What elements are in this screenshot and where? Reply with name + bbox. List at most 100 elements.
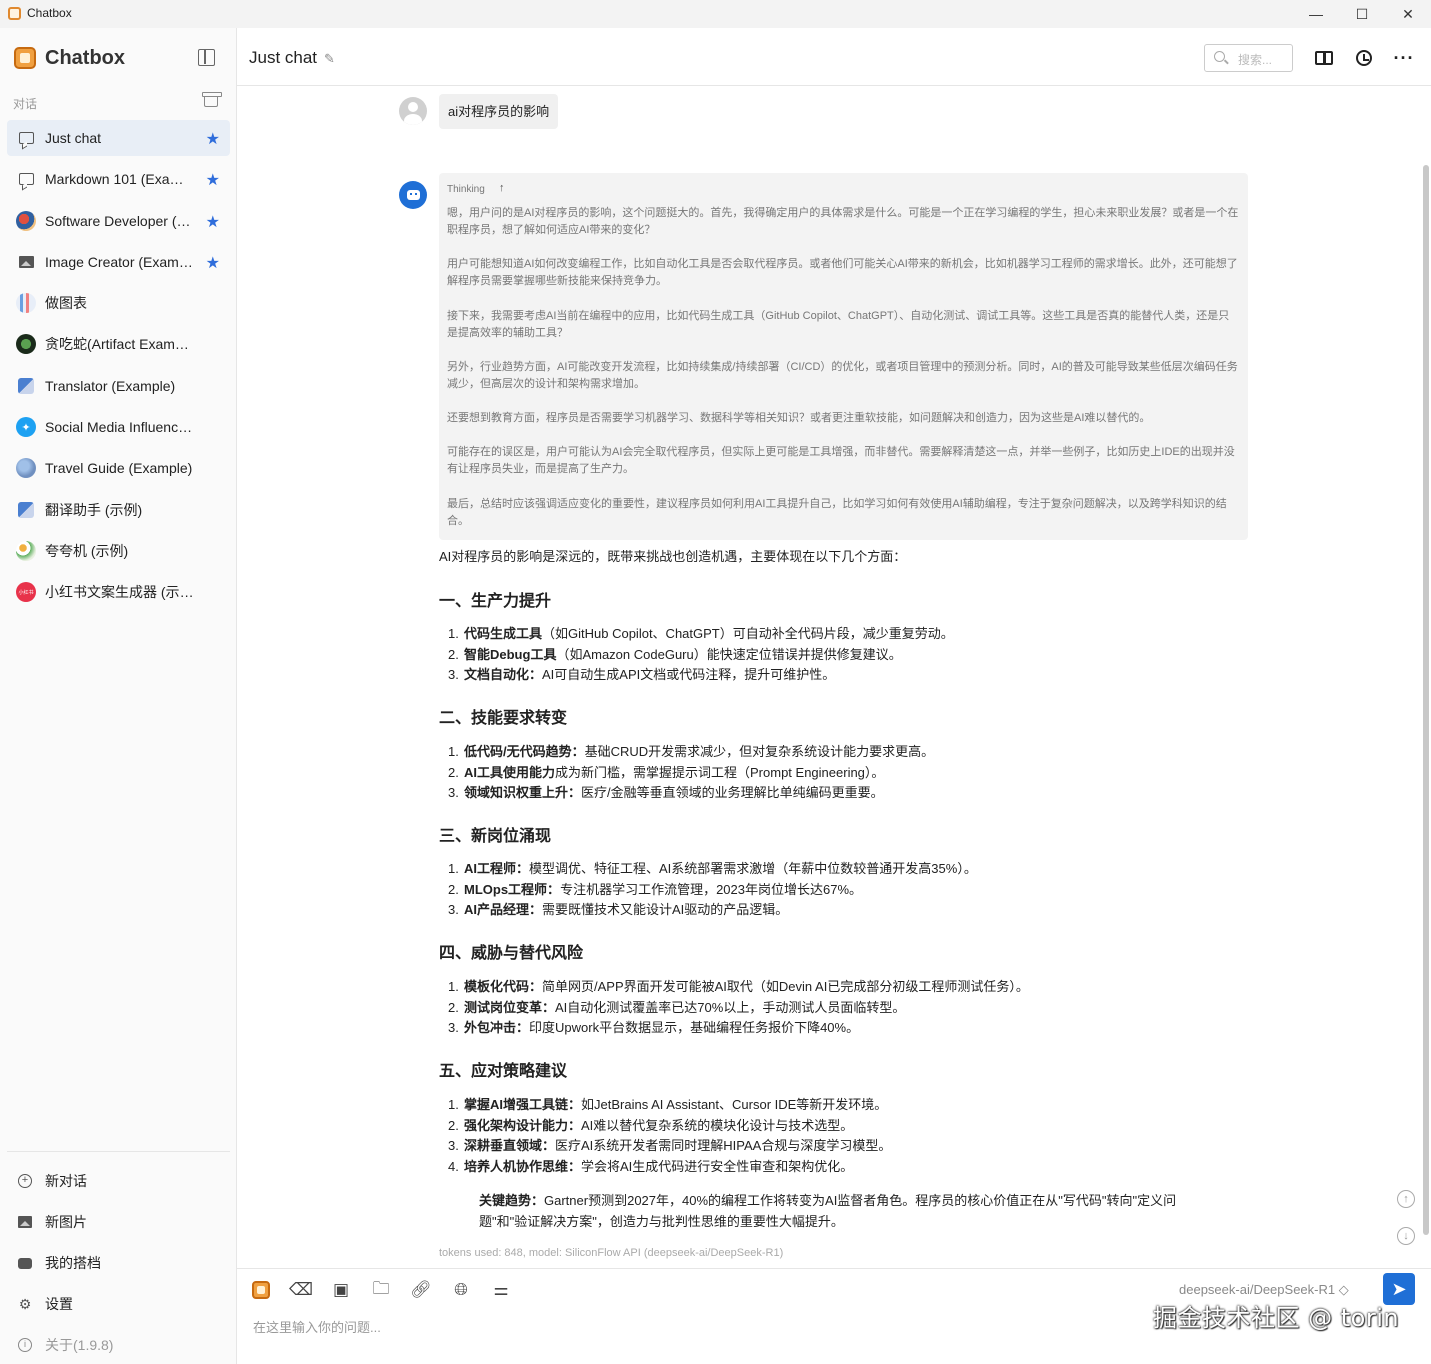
list-item: 3. 深耕垂直领域：医疗AI系统开发者需同时理解HIPAA合规与深度学习模型。 bbox=[448, 1138, 892, 1153]
robot-icon bbox=[17, 1255, 33, 1271]
conversation-label: 小红书文案生成器 (示例) bbox=[45, 584, 195, 601]
about-button[interactable]: i 关于(1.9.8) bbox=[7, 1327, 230, 1363]
my-copilots-button[interactable]: 我的搭档 bbox=[7, 1245, 230, 1281]
new-chat-button[interactable]: + 新对话 bbox=[7, 1163, 230, 1199]
conversation-item[interactable]: 翻译助手 (示例) bbox=[7, 492, 230, 528]
close-button[interactable]: ✕ bbox=[1385, 0, 1431, 28]
conversation-item[interactable]: Translator (Example) bbox=[7, 368, 230, 404]
star-icon[interactable]: ★ bbox=[206, 129, 220, 149]
section-list: 1. 代码生成工具（如GitHub Copilot、ChatGPT）可自动补全代码… bbox=[448, 624, 954, 686]
conversation-label: Travel Guide (Example) bbox=[45, 460, 193, 477]
user-avatar bbox=[399, 97, 427, 125]
star-icon[interactable]: ★ bbox=[206, 212, 220, 232]
list-item: 1. AI工程师：模型调优、特征工程、AI系统部署需求激增（年薪中位数较普通开发高… bbox=[448, 861, 977, 876]
new-chat-label: 新对话 bbox=[45, 1173, 87, 1189]
chatbox-logo-icon bbox=[252, 1281, 270, 1299]
link-icon[interactable]: 🔗︎ bbox=[410, 1279, 432, 1301]
developer-avatar bbox=[16, 210, 36, 231]
assistant-avatar bbox=[399, 181, 427, 209]
archive-icon[interactable] bbox=[202, 92, 222, 107]
conversation-item[interactable]: Image Creator (Example) ★ bbox=[7, 244, 230, 280]
star-icon[interactable]: ★ bbox=[206, 170, 220, 190]
conversation-item[interactable]: 小红书 小红书文案生成器 (示例) bbox=[7, 574, 230, 610]
conversation-item[interactable]: ✦ Social Media Influencer (Example) bbox=[7, 409, 230, 445]
thinking-block: Thinking ↑ 嗯，用户问的是AI对程序员的影响，这个问题挺大的。首先，我… bbox=[439, 173, 1248, 540]
xiaohongshu-badge: 小红书 bbox=[16, 582, 36, 603]
app-icon bbox=[8, 7, 21, 20]
section-label: 对话 bbox=[13, 97, 38, 111]
thinking-label: Thinking bbox=[447, 184, 485, 195]
conversation-label: Translator (Example) bbox=[45, 377, 176, 394]
token-usage: tokens used: 848, model: SiliconFlow API… bbox=[439, 1247, 784, 1259]
settings-label: 设置 bbox=[45, 1296, 73, 1312]
brand: Chatbox bbox=[14, 46, 125, 70]
model-select[interactable]: deepseek-ai/DeepSeek-R1 ◇ bbox=[1179, 1282, 1349, 1298]
conversation-label: Image Creator (Example) bbox=[45, 253, 195, 270]
xiaohongshu-avatar: 小红书 bbox=[16, 582, 36, 603]
conversation-item[interactable]: 做图表 bbox=[7, 285, 230, 321]
twitter-avatar: ✦ bbox=[16, 417, 36, 438]
settings-sliders-icon[interactable]: ⚌ bbox=[490, 1279, 512, 1301]
image-upload-icon[interactable]: ▣ bbox=[330, 1279, 352, 1301]
chart-avatar bbox=[16, 293, 36, 314]
section-list: 1. 模板化代码：简单网页/APP界面开发可能被AI取代（如Devin AI已完成… bbox=[448, 977, 1029, 1039]
conversation-item[interactable]: Software Developer (Example) ★ bbox=[7, 203, 230, 239]
new-image-button[interactable]: 新图片 bbox=[7, 1204, 230, 1240]
chat-icon bbox=[16, 169, 36, 189]
chat-icon bbox=[16, 128, 36, 148]
conversation-item[interactable]: Just chat ★ bbox=[7, 120, 230, 156]
thinking-paragraph: 接下来，我需要考虑AI当前在编程中的应用，比如代码生成工具（GitHub Cop… bbox=[447, 310, 1230, 339]
star-icon[interactable]: ★ bbox=[206, 253, 220, 273]
info-icon: i bbox=[17, 1337, 33, 1353]
conversation-label: Just chat bbox=[45, 130, 102, 146]
settings-button[interactable]: ⚙ 设置 bbox=[7, 1286, 230, 1322]
conversation-label: 贪吃蛇(Artifact Example) bbox=[45, 336, 195, 353]
new-image-label: 新图片 bbox=[45, 1214, 87, 1230]
send-icon: ➤ bbox=[1391, 1278, 1407, 1299]
more-icon: ··· bbox=[1393, 48, 1415, 68]
list-item: 2. 测试岗位变革：AI自动化测试覆盖率已达70%以上，手动测试人员面临转型。 bbox=[448, 999, 906, 1015]
maximize-button[interactable]: ☐ bbox=[1339, 0, 1385, 28]
scroll-up-icon[interactable]: ↑ bbox=[1397, 1190, 1415, 1208]
conversation-item[interactable]: Markdown 101 (Example) ★ bbox=[7, 161, 230, 197]
thinking-paragraph: 嗯，用户问的是AI对程序员的影响，这个问题挺大的。首先，我得确定用户的具体需求是… bbox=[447, 207, 1239, 236]
list-item: 2. AI工具使用能力成为新门槛，需掌握提示词工程（Prompt Engineer… bbox=[448, 764, 885, 780]
history-icon bbox=[1356, 50, 1372, 66]
key-trend-quote: 关键趋势：Gartner预测到2027年，40%的编程工作将转变为AI监督者角色… bbox=[479, 1193, 1177, 1229]
more-button[interactable]: ··· bbox=[1394, 48, 1414, 68]
pencil-icon[interactable]: ✎ bbox=[324, 51, 336, 66]
search-icon bbox=[1214, 51, 1225, 62]
eraser-icon[interactable]: ⌫ bbox=[289, 1279, 313, 1301]
globe-icon[interactable]: 🌐︎ bbox=[450, 1279, 472, 1301]
chat-title: Just chat bbox=[249, 48, 318, 67]
collapse-arrow-icon[interactable]: ↑ bbox=[499, 182, 505, 194]
folder-icon[interactable]: 🗀 bbox=[370, 1279, 392, 1301]
assistant-answer: AI对程序员的影响是深远的，既带来挑战也创造机遇，主要体现在以下几个方面： 一、… bbox=[439, 547, 1239, 1229]
scroll-down-icon[interactable]: ↓ bbox=[1397, 1227, 1415, 1245]
list-item: 4. 培养人机协作思维：学会将AI生成代码进行安全性审查和架构优化。 bbox=[448, 1158, 854, 1174]
conversation-item[interactable]: Travel Guide (Example) bbox=[7, 450, 230, 486]
image-add-icon bbox=[17, 1214, 33, 1230]
collapse-sidebar-icon[interactable] bbox=[198, 49, 215, 66]
section-heading: 四、威胁与替代风险 bbox=[439, 943, 584, 962]
scrollbar[interactable] bbox=[1423, 165, 1429, 1235]
layout-icon bbox=[1315, 51, 1333, 65]
layout-toggle-button[interactable] bbox=[1314, 48, 1334, 68]
list-item: 1. 代码生成工具（如GitHub Copilot、ChatGPT）可自动补全代码… bbox=[448, 626, 954, 641]
conversation-item[interactable]: 夸夸机 (示例) bbox=[7, 533, 230, 569]
thinking-paragraph: 另外，行业趋势方面，AI可能改变开发流程，比如持续集成/持续部署（CI/CD）的… bbox=[447, 361, 1238, 390]
translator-avatar bbox=[16, 500, 36, 520]
minimize-button[interactable]: — bbox=[1293, 0, 1339, 28]
copilot-button[interactable] bbox=[250, 1279, 272, 1301]
plus-circle-icon: + bbox=[17, 1173, 33, 1189]
history-button[interactable] bbox=[1354, 48, 1374, 68]
list-item: 1. 模板化代码：简单网页/APP界面开发可能被AI取代（如Devin AI已完成… bbox=[448, 979, 1029, 994]
list-item: 2. 智能Debug工具（如Amazon CodeGuru）能快速定位错误并提供修… bbox=[448, 646, 902, 662]
message-input[interactable]: 在这里输入你的问题... bbox=[253, 1317, 381, 1336]
window-title: Chatbox bbox=[27, 6, 72, 20]
conversation-item[interactable]: 贪吃蛇(Artifact Example) bbox=[7, 326, 230, 362]
thinking-paragraph: 最后，总结时应该强调适应变化的重要性，建议程序员如何利用AI工具提升自己，比如学… bbox=[447, 498, 1227, 527]
conversation-label: 夸夸机 (示例) bbox=[45, 542, 129, 559]
search-input[interactable]: 搜索... bbox=[1204, 44, 1293, 72]
list-item: 2. 强化架构设计能力：AI难以替代复杂系统的模块化设计与技术选型。 bbox=[448, 1117, 854, 1133]
